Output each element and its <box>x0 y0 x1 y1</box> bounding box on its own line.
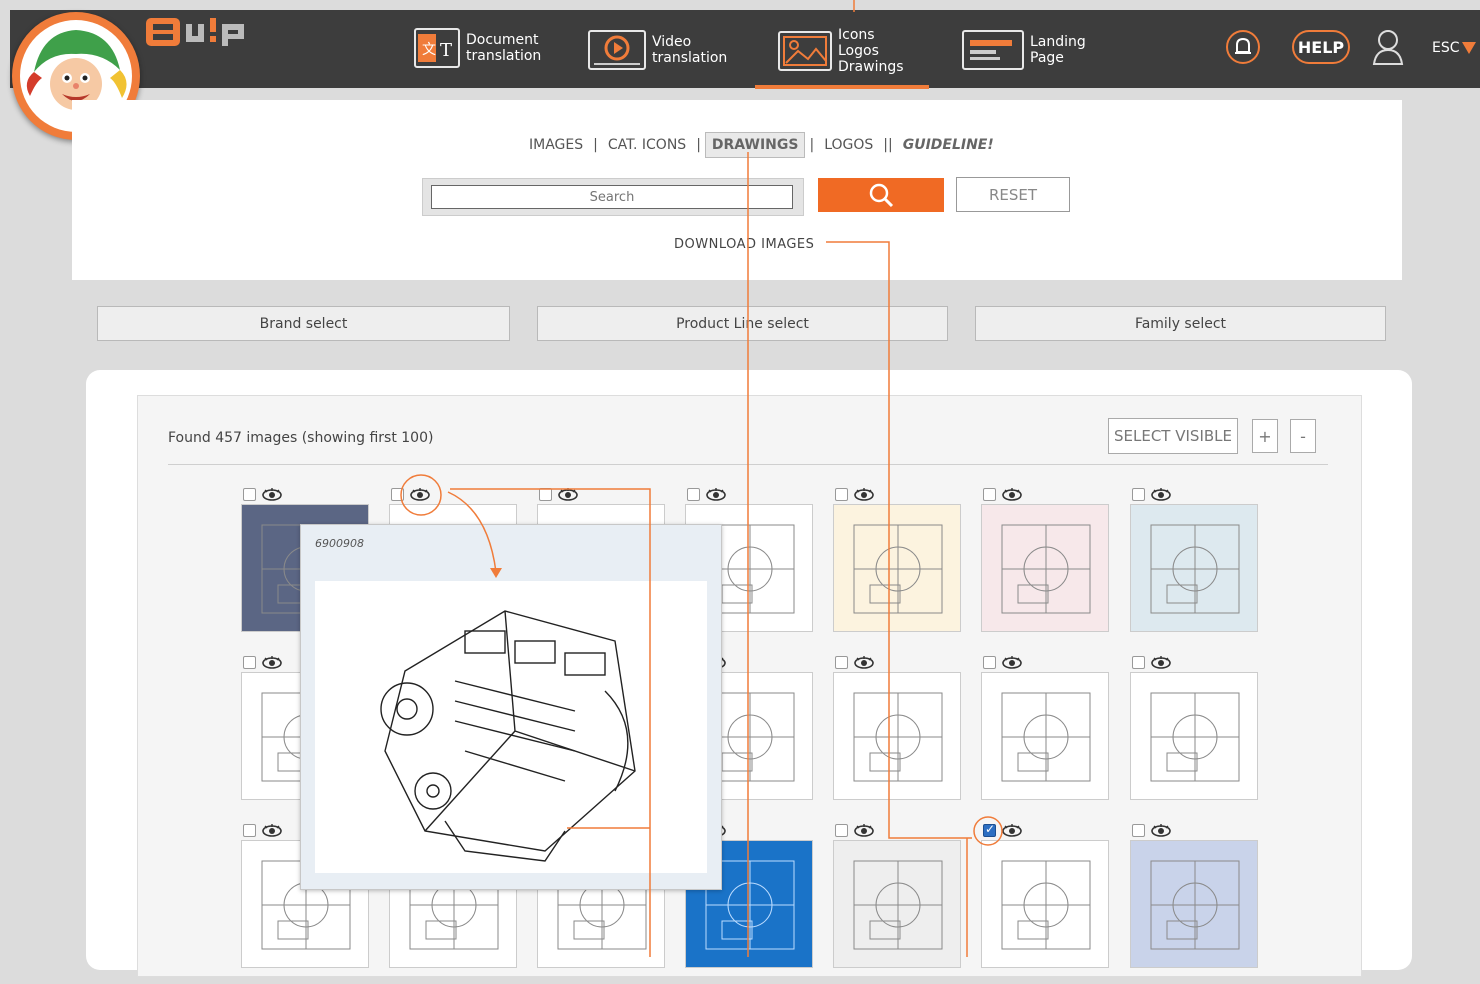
reset-button[interactable]: RESET <box>956 177 1070 212</box>
tab-guideline[interactable]: GUIDELINE! <box>897 137 1000 153</box>
preview-eye-icon[interactable] <box>853 654 875 670</box>
preview-image-code: 6900908 <box>315 537 364 550</box>
preview-eye-icon[interactable] <box>409 486 431 502</box>
tab-logos[interactable]: LOGOS <box>818 137 879 153</box>
drawing-thumbnail[interactable] <box>833 840 961 968</box>
nav-icons-logos-drawings-label: Icons Logos Drawings <box>838 27 904 75</box>
preview-eye-icon[interactable] <box>1150 486 1172 502</box>
brand-select[interactable]: Brand select <box>97 306 510 341</box>
language-dropdown-icon[interactable] <box>1462 42 1476 54</box>
nav-landing-page-label: Landing Page <box>1030 34 1086 66</box>
drawing-thumbnail[interactable] <box>981 504 1109 632</box>
image-select-checkbox[interactable] <box>687 488 700 501</box>
image-select-checkbox[interactable] <box>983 822 996 837</box>
notifications-bell-icon[interactable] <box>1226 30 1260 64</box>
preview-eye-icon[interactable] <box>261 822 283 838</box>
preview-eye-icon[interactable] <box>1001 486 1023 502</box>
image-select-checkbox[interactable] <box>243 656 256 669</box>
image-select-checkbox[interactable] <box>983 488 996 501</box>
zoom-in-button[interactable]: + <box>1252 419 1278 453</box>
esc-language-label[interactable]: ESC <box>1432 40 1460 56</box>
nav-document-translation-label: Document translation <box>466 32 542 64</box>
preview-eye-icon[interactable] <box>1001 822 1023 838</box>
image-card[interactable] <box>981 822 1109 984</box>
image-select-checkbox[interactable] <box>835 824 848 837</box>
category-tabs: IMAGES | CAT. ICONS | DRAWINGS | LOGOS |… <box>523 132 1000 158</box>
image-preview-popup: 6900908 <box>300 524 722 890</box>
drawing-thumbnail[interactable] <box>833 672 961 800</box>
results-count: Found 457 images (showing first 100) <box>168 430 434 446</box>
image-select-checkbox[interactable] <box>983 656 996 669</box>
image-select-checkbox[interactable] <box>243 488 256 501</box>
tab-cat-icons[interactable]: CAT. ICONS <box>602 137 692 153</box>
image-select-checkbox[interactable] <box>539 488 552 501</box>
search-icon <box>869 183 894 208</box>
image-card[interactable] <box>981 656 1109 816</box>
image-card[interactable] <box>1130 656 1258 816</box>
nav-document-translation[interactable]: 文T Document translation <box>414 28 541 68</box>
product-line-select[interactable]: Product Line select <box>537 306 948 341</box>
svg-text:T: T <box>440 40 452 61</box>
zoom-out-button[interactable]: - <box>1290 419 1316 453</box>
engine-drawing-preview <box>315 581 707 873</box>
tab-drawings[interactable]: DRAWINGS <box>704 132 806 158</box>
help-button[interactable]: HELP <box>1292 30 1350 64</box>
drawing-thumbnail[interactable] <box>981 840 1109 968</box>
results-divider <box>168 464 1328 465</box>
preview-eye-icon[interactable] <box>853 486 875 502</box>
drawing-thumbnail[interactable] <box>1130 504 1258 632</box>
image-select-checkbox[interactable] <box>391 488 404 501</box>
drawing-thumbnail[interactable] <box>833 504 961 632</box>
download-images-link[interactable]: DOWNLOAD IMAGES <box>674 237 814 252</box>
image-card[interactable] <box>833 824 961 984</box>
drawing-thumbnail[interactable] <box>1130 840 1258 968</box>
image-select-checkbox[interactable] <box>1132 656 1145 669</box>
preview-eye-icon[interactable] <box>261 486 283 502</box>
select-visible-button[interactable]: SELECT VISIBLE <box>1108 418 1238 454</box>
family-select[interactable]: Family select <box>975 306 1386 341</box>
preview-eye-icon[interactable] <box>1150 654 1172 670</box>
nav-video-translation[interactable]: Video translation <box>588 30 727 70</box>
preview-eye-icon[interactable] <box>261 654 283 670</box>
search-button[interactable] <box>818 178 944 212</box>
search-input[interactable] <box>431 185 793 209</box>
image-card[interactable] <box>1130 488 1258 648</box>
svg-text:文: 文 <box>422 42 436 58</box>
nav-video-translation-label: Video translation <box>652 34 728 66</box>
drawing-thumbnail[interactable] <box>1130 672 1258 800</box>
landing-page-icon <box>962 30 1024 70</box>
search-box <box>422 178 804 216</box>
preview-eye-icon[interactable] <box>1150 822 1172 838</box>
preview-eye-icon[interactable] <box>853 822 875 838</box>
image-card[interactable] <box>833 656 961 816</box>
document-translation-icon: 文T <box>414 28 460 68</box>
active-nav-underline <box>755 85 929 89</box>
image-select-checkbox[interactable] <box>835 656 848 669</box>
preview-eye-icon[interactable] <box>705 486 727 502</box>
image-select-checkbox[interactable] <box>243 824 256 837</box>
video-play-icon <box>588 30 646 70</box>
brand-logo[interactable] <box>146 14 258 48</box>
nav-icons-logos-drawings[interactable]: Icons Logos Drawings <box>778 27 904 75</box>
tab-images[interactable]: IMAGES <box>523 137 589 153</box>
image-select-checkbox[interactable] <box>835 488 848 501</box>
image-select-checkbox[interactable] <box>1132 824 1145 837</box>
image-gallery-icon <box>778 31 832 71</box>
image-card[interactable] <box>1130 824 1258 984</box>
drawing-thumbnail[interactable] <box>981 672 1109 800</box>
image-card[interactable] <box>833 488 961 648</box>
image-card[interactable] <box>981 488 1109 648</box>
preview-eye-icon[interactable] <box>1001 654 1023 670</box>
preview-eye-icon[interactable] <box>557 486 579 502</box>
user-profile-icon[interactable] <box>1372 28 1404 66</box>
image-select-checkbox[interactable] <box>1132 488 1145 501</box>
nav-landing-page[interactable]: Landing Page <box>962 30 1086 70</box>
